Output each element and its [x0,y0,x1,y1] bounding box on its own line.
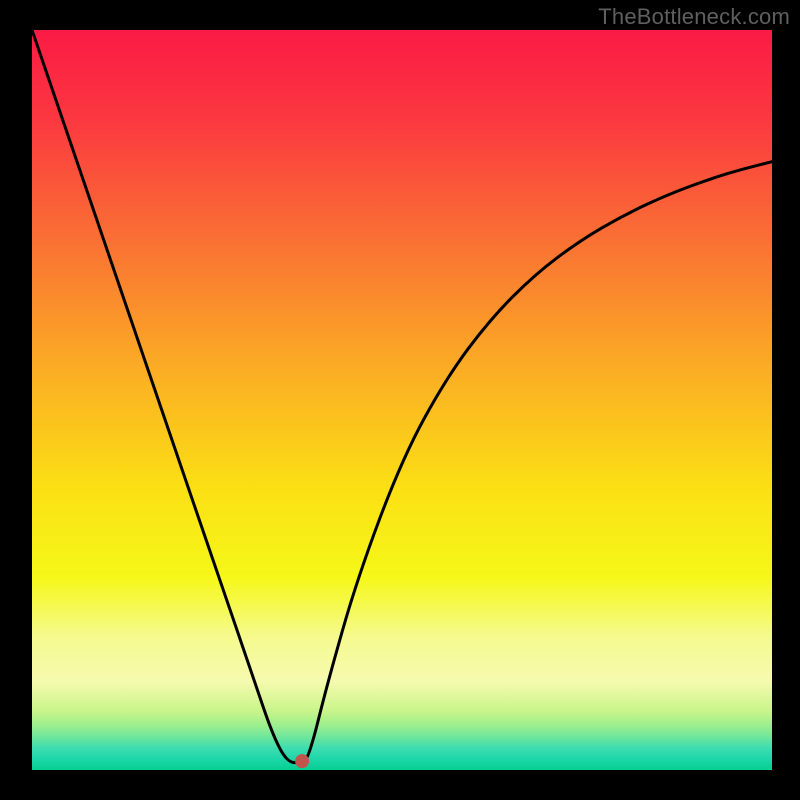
plot-background [32,30,772,770]
chart-container: TheBottleneck.com [0,0,800,800]
chart-svg [0,0,800,800]
min-marker [295,754,309,768]
watermark-text: TheBottleneck.com [598,4,790,30]
